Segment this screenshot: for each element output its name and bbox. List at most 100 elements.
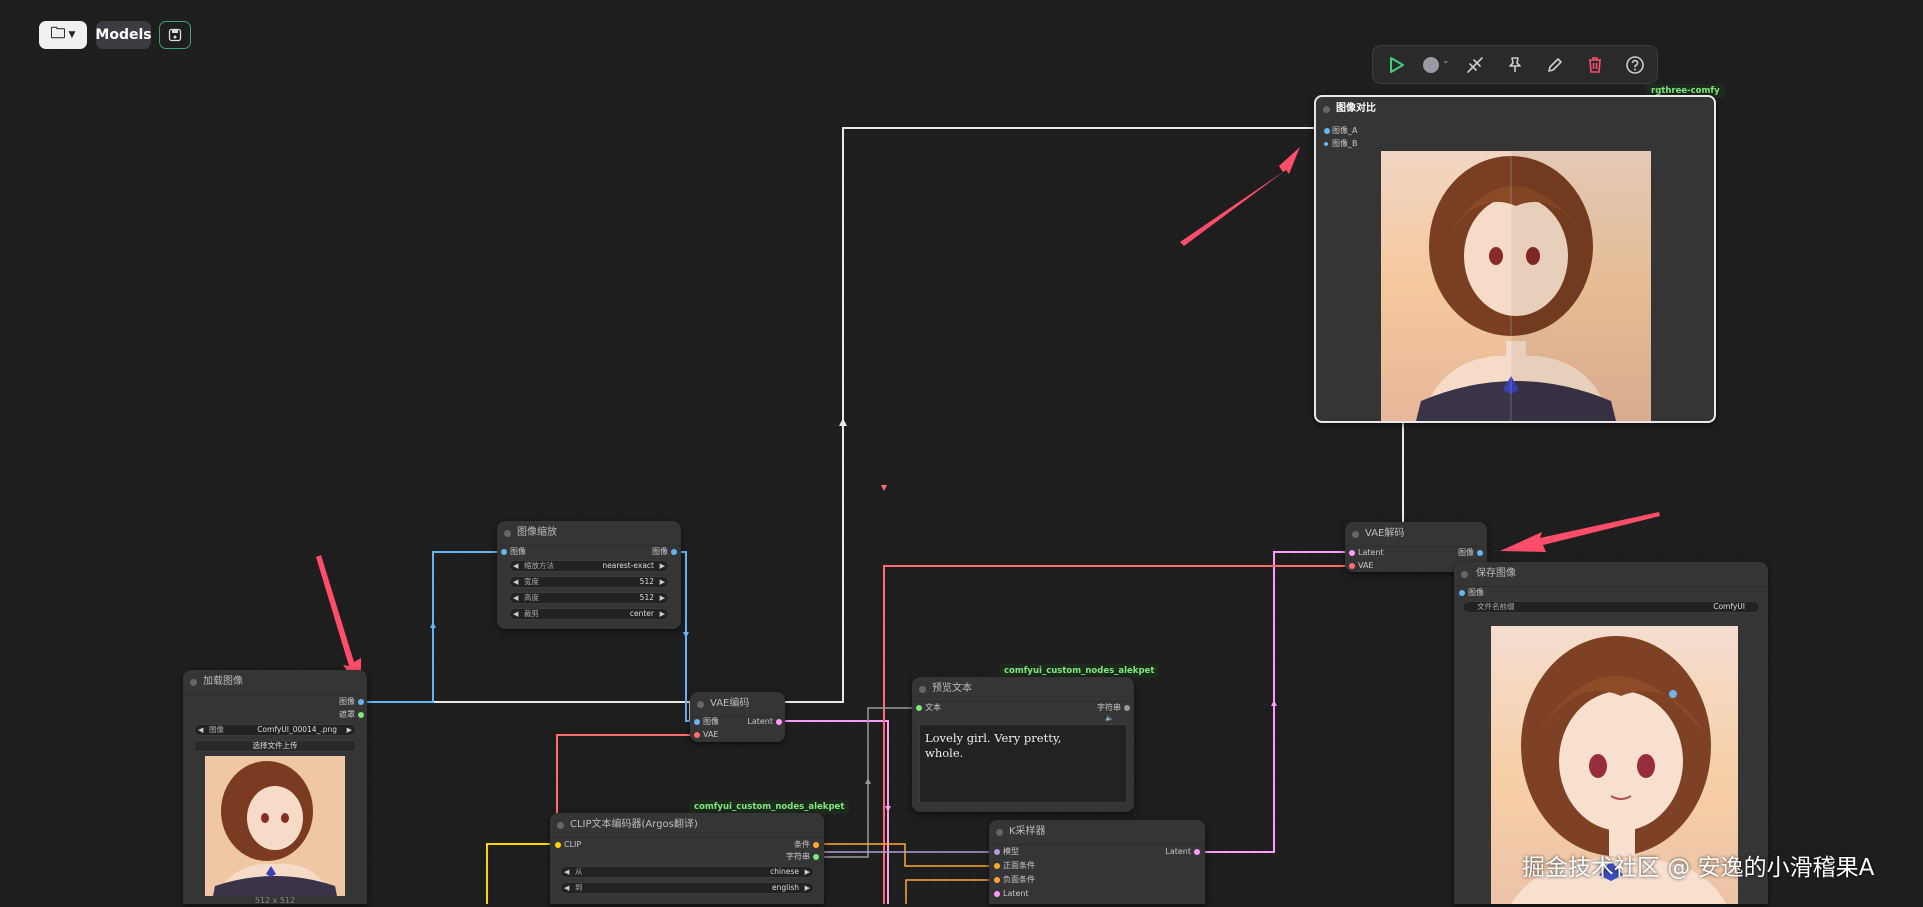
- node-title: 预览文本: [932, 683, 972, 694]
- widget-value: nearest-exact: [602, 561, 654, 570]
- image-compare-node[interactable]: 图像对比 图像_A 图像_B: [1314, 95, 1716, 423]
- help-icon[interactable]: [1625, 55, 1645, 75]
- output-pin-conditioning[interactable]: [813, 842, 819, 848]
- node-collapse-dot[interactable]: [919, 686, 926, 693]
- input-pin-vae[interactable]: [694, 732, 700, 738]
- node-title: CLIP文本编码器(Argos翻译): [570, 819, 698, 830]
- input-label-positive: 正面条件: [1003, 861, 1035, 870]
- input-pin-image[interactable]: [1459, 590, 1465, 596]
- preview-text-node[interactable]: 预览文本 文本 字符串 🔈 Lovely girl. Very pretty, …: [912, 677, 1134, 812]
- input-pin-image-b[interactable]: [1324, 142, 1328, 146]
- arrow-left-icon[interactable]: ◀: [513, 561, 518, 571]
- output-pin-latent[interactable]: [776, 719, 782, 725]
- output-label-image: 图像: [652, 547, 668, 556]
- clip-text-encoder-node[interactable]: CLIP文本编码器(Argos翻译) CLIP 条件 字符串 ◀ 从 chine…: [550, 813, 824, 904]
- arrow-right-icon[interactable]: ▶: [347, 725, 352, 735]
- upload-file-button[interactable]: 选择文件上传: [194, 740, 356, 752]
- node-collapse-dot[interactable]: [697, 701, 704, 708]
- edit-icon[interactable]: [1545, 55, 1565, 75]
- arrow-left-icon[interactable]: ◀: [513, 593, 518, 603]
- play-icon[interactable]: [1386, 55, 1406, 75]
- node-title: 保存图像: [1476, 568, 1516, 579]
- arrow-right-icon[interactable]: ▶: [660, 609, 665, 619]
- pin-icon[interactable]: [1505, 55, 1525, 75]
- input-label-latent: Latent: [1358, 548, 1384, 557]
- save-workflow-button[interactable]: [159, 21, 191, 49]
- output-pin-image[interactable]: [358, 699, 364, 705]
- output-label-conditioning: 条件: [794, 840, 810, 849]
- models-button[interactable]: Models: [95, 21, 152, 49]
- preview-text-area[interactable]: Lovely girl. Very pretty, whole.: [919, 724, 1127, 803]
- input-pin-text[interactable]: [916, 705, 922, 711]
- node-collapse-dot[interactable]: [1323, 106, 1330, 113]
- arrow-left-icon[interactable]: ◀: [513, 577, 518, 587]
- input-pin-vae[interactable]: [1349, 563, 1355, 569]
- scale-method-combo[interactable]: ◀ 缩放方法 nearest-exact ▶: [509, 560, 669, 572]
- node-collapse-dot[interactable]: [1352, 531, 1359, 538]
- node-collapse-dot[interactable]: [504, 530, 511, 537]
- speaker-icon[interactable]: 🔈: [1105, 714, 1114, 722]
- output-label-latent: Latent: [747, 717, 773, 726]
- trash-icon[interactable]: [1585, 55, 1605, 75]
- height-number-field[interactable]: ◀ 高度 512 ▶: [509, 592, 669, 604]
- vae-encode-node[interactable]: VAE编码 图像 VAE Latent: [690, 692, 785, 742]
- widget-value: ComfyUI: [1713, 602, 1745, 611]
- image-file-combo[interactable]: ◀ 图像 ComfyUI_00014_.png ▶: [194, 724, 356, 736]
- crop-combo[interactable]: ◀ 裁剪 center ▶: [509, 608, 669, 620]
- node-collapse-dot[interactable]: [557, 822, 564, 829]
- node-collapse-dot[interactable]: [190, 679, 197, 686]
- image-scale-node[interactable]: 图像缩放 图像 图像 ◀ 缩放方法 nearest-exact ▶ ◀ 宽度 5…: [497, 521, 681, 629]
- input-label-clip: CLIP: [564, 840, 582, 849]
- widget-label: 裁剪: [524, 609, 539, 618]
- input-pin-model[interactable]: [994, 849, 1000, 855]
- widget-value: ComfyUI_00014_.png: [257, 725, 337, 734]
- input-pin-clip[interactable]: [555, 842, 561, 848]
- arrow-right-icon[interactable]: ▶: [805, 883, 810, 893]
- input-pin-image-a[interactable]: [1324, 128, 1330, 134]
- folder-icon: 🗀: [50, 23, 66, 42]
- width-number-field[interactable]: ◀ 宽度 512 ▶: [509, 576, 669, 588]
- node-title: VAE编码: [710, 698, 750, 709]
- output-pin-latent[interactable]: [1194, 849, 1200, 855]
- load-image-node[interactable]: 加载图像 图像 遮罩 ◀ 图像 ComfyUI_00014_.png ▶ 选择文…: [183, 670, 367, 905]
- arrow-left-icon[interactable]: ◀: [513, 609, 518, 619]
- input-label-image-a: 图像_A: [1332, 126, 1358, 135]
- node-collapse-dot[interactable]: [996, 829, 1003, 836]
- node-collapse-dot[interactable]: [1461, 571, 1468, 578]
- to-language-combo[interactable]: ◀ 到 english ▶: [560, 882, 814, 894]
- output-label-latent: Latent: [1165, 847, 1191, 856]
- input-pin-positive[interactable]: [994, 863, 1000, 869]
- input-label-image-b: 图像_B: [1332, 139, 1358, 148]
- arrow-left-icon[interactable]: ◀: [564, 867, 569, 877]
- color-circle-icon[interactable]: [1423, 57, 1439, 73]
- workflow-folder-button[interactable]: 🗀 ▼: [39, 21, 87, 49]
- input-pin-latent[interactable]: [994, 891, 1000, 897]
- arrow-right-icon[interactable]: ▶: [660, 561, 665, 571]
- arrow-right-icon[interactable]: ▶: [660, 577, 665, 587]
- compare-preview-image[interactable]: [1381, 151, 1651, 421]
- arrow-right-icon[interactable]: ▶: [805, 867, 810, 877]
- bypass-icon[interactable]: [1465, 55, 1485, 75]
- watermark-text: 掘金技术社区 @ 安逸的小滑稽果A: [1522, 855, 1875, 881]
- selection-toolbox: ⌄: [1372, 45, 1658, 84]
- widget-label: 宽度: [524, 577, 539, 586]
- arrow-left-icon[interactable]: ◀: [198, 725, 203, 735]
- output-pin-string[interactable]: [813, 854, 819, 860]
- image-size-label: 512 x 512: [254, 896, 296, 905]
- input-pin-image[interactable]: [694, 719, 700, 725]
- loaded-preview-image[interactable]: [205, 756, 345, 896]
- output-pin-mask[interactable]: [358, 712, 364, 718]
- ksampler-node[interactable]: K采样器 模型 正面条件 负面条件 Latent Latent: [989, 820, 1205, 904]
- output-pin-image[interactable]: [1477, 550, 1483, 556]
- arrow-left-icon[interactable]: ◀: [564, 883, 569, 893]
- input-label-negative: 负面条件: [1003, 875, 1035, 884]
- arrow-right-icon[interactable]: ▶: [660, 593, 665, 603]
- input-pin-latent[interactable]: [1349, 550, 1355, 556]
- input-pin-image[interactable]: [501, 549, 507, 555]
- input-pin-negative[interactable]: [994, 877, 1000, 883]
- output-pin-string[interactable]: [1124, 705, 1130, 711]
- input-label-model: 模型: [1003, 847, 1019, 856]
- output-pin-image[interactable]: [671, 549, 677, 555]
- filename-prefix-field[interactable]: 文件名前缀 ComfyUI: [1462, 601, 1760, 613]
- from-language-combo[interactable]: ◀ 从 chinese ▶: [560, 866, 814, 878]
